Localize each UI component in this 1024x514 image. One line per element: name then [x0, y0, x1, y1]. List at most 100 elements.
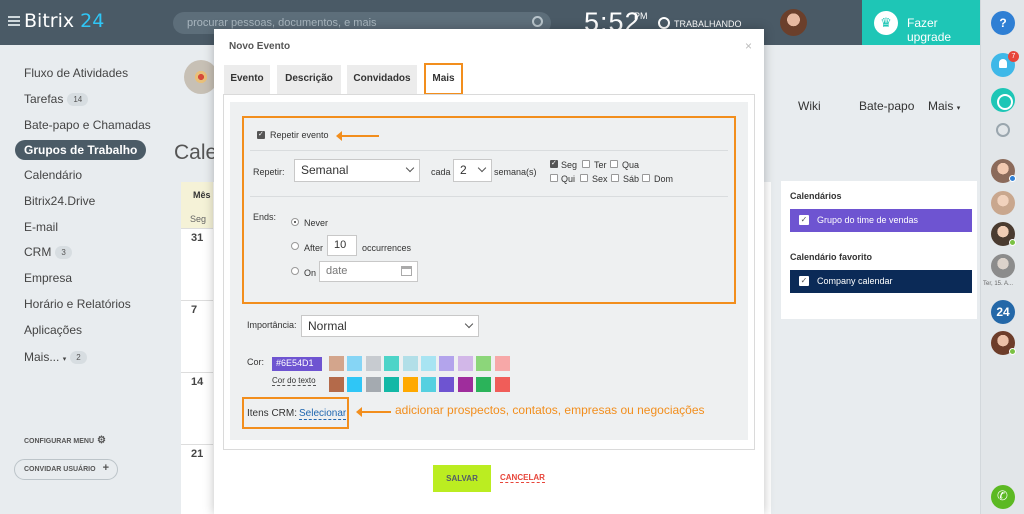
- sidebar-item-crm[interactable]: CRM 3: [24, 245, 72, 259]
- crm-select-link[interactable]: Selecionar: [299, 408, 347, 420]
- sidebar-item-applications[interactable]: Aplicações: [24, 323, 82, 337]
- chat-icon[interactable]: [991, 88, 1015, 112]
- tab-description[interactable]: Descrição: [277, 65, 341, 95]
- color-swatch[interactable]: [365, 356, 381, 371]
- repeat-event-checkbox[interactable]: [257, 130, 265, 139]
- contact-avatar[interactable]: [991, 159, 1016, 183]
- count-badge: 3: [55, 246, 72, 259]
- color-swatch[interactable]: [494, 356, 510, 371]
- calendar-day[interactable]: 7: [181, 300, 213, 370]
- color-swatch[interactable]: [384, 377, 400, 392]
- sidebar-item-label: Tarefas: [24, 92, 64, 106]
- color-swatch[interactable]: [457, 356, 473, 371]
- tab-event[interactable]: Evento: [224, 65, 270, 95]
- color-swatch[interactable]: [457, 377, 473, 392]
- weekday-checkbox-sab[interactable]: [611, 174, 619, 182]
- calendar-day[interactable]: 14: [181, 372, 213, 442]
- contact-avatar[interactable]: [991, 191, 1015, 215]
- weekday-checkbox-qua[interactable]: [610, 160, 618, 168]
- color-swatch[interactable]: [347, 356, 363, 371]
- help-icon[interactable]: ?: [991, 11, 1015, 35]
- sidebar-item-time-reports[interactable]: Horário e Relatórios: [24, 297, 131, 311]
- sidebar-item-more[interactable]: Mais... ▾ 2: [24, 350, 87, 364]
- sidebar-item-email[interactable]: E-mail: [24, 220, 58, 234]
- invite-user-button[interactable]: CONVIDAR USUÁRIO +: [14, 459, 118, 480]
- contact-avatar[interactable]: [991, 254, 1015, 278]
- logo[interactable]: Bitrix 24: [24, 10, 104, 32]
- interval-select[interactable]: 2: [453, 159, 492, 182]
- upgrade-label: Fazer upgrade: [907, 16, 952, 44]
- ends-never-radio[interactable]: [291, 218, 299, 226]
- search-icon[interactable]: [996, 123, 1010, 137]
- weekday-checkbox-qui[interactable]: [550, 174, 558, 182]
- subnav-more[interactable]: Mais ▾: [928, 99, 960, 113]
- bitrix24-icon[interactable]: 24: [991, 300, 1015, 324]
- color-swatch[interactable]: [494, 377, 510, 392]
- color-swatch[interactable]: [347, 377, 363, 392]
- subnav-wiki[interactable]: Wiki: [798, 99, 821, 113]
- color-value[interactable]: #6E54D1: [272, 357, 322, 371]
- tab-invitees[interactable]: Convidados: [347, 65, 417, 95]
- favorite-calendar-item[interactable]: ✓ Company calendar: [790, 270, 972, 293]
- importance-value: Normal: [308, 319, 347, 333]
- subnav-chat[interactable]: Bate-papo: [859, 99, 914, 113]
- end-date-input[interactable]: date: [319, 261, 418, 282]
- configure-menu-button[interactable]: CONFIGURAR MENU ⚙: [24, 435, 106, 446]
- weekday-label: Sáb: [623, 174, 640, 184]
- weekday-checkbox-ter[interactable]: [582, 160, 590, 168]
- contact-avatar[interactable]: [991, 331, 1016, 355]
- menu-icon[interactable]: [8, 16, 20, 26]
- group-avatar[interactable]: [184, 60, 218, 94]
- right-rail: ? 7 Ter, 15. A... 24: [980, 0, 1024, 514]
- sidebar-item-tasks[interactable]: Tarefas 14: [24, 92, 89, 106]
- occurrences-input[interactable]: 10: [327, 235, 357, 256]
- contact-avatar[interactable]: [991, 222, 1016, 246]
- sidebar-item-chat[interactable]: Bate-papo e Chamadas: [24, 118, 151, 132]
- close-icon[interactable]: ×: [745, 39, 752, 53]
- calendar-item-label: Grupo do time de vendas: [817, 215, 919, 225]
- ends-after-radio[interactable]: [291, 242, 299, 250]
- color-swatch[interactable]: [476, 356, 492, 371]
- calendar-item[interactable]: ✓ Grupo do time de vendas: [790, 209, 972, 232]
- divider: [250, 196, 728, 197]
- color-swatch[interactable]: [384, 356, 400, 371]
- color-swatch[interactable]: [439, 377, 455, 392]
- color-swatch[interactable]: [439, 356, 455, 371]
- weekday-checkbox-sex[interactable]: [580, 174, 588, 182]
- tab-month[interactable]: Mês: [181, 182, 213, 212]
- cancel-button[interactable]: CANCELAR: [500, 473, 545, 483]
- ends-on-radio[interactable]: [291, 267, 299, 275]
- weekday-checkbox-seg[interactable]: [550, 159, 558, 168]
- importance-select[interactable]: Normal: [301, 315, 479, 337]
- save-button[interactable]: SALVAR: [433, 465, 491, 492]
- sidebar-item-calendar[interactable]: Calendário: [24, 168, 82, 182]
- sidebar-item-label: Aplicações: [24, 323, 83, 337]
- weekday-checkbox-dom[interactable]: [642, 174, 650, 182]
- text-color-link[interactable]: Cor do texto: [272, 376, 316, 386]
- color-swatch[interactable]: [402, 377, 418, 392]
- color-swatch[interactable]: [476, 377, 492, 392]
- color-swatch[interactable]: [402, 356, 418, 371]
- sidebar-item-activity[interactable]: Fluxo de Atividades: [24, 66, 128, 80]
- color-swatch[interactable]: [421, 377, 436, 392]
- color-swatch[interactable]: [329, 356, 344, 371]
- color-swatch[interactable]: [421, 356, 436, 371]
- upgrade-button[interactable]: ♛ Fazer upgrade: [862, 0, 980, 45]
- ends-on-label: On: [304, 268, 317, 278]
- ends-never-label: Never: [304, 218, 329, 228]
- phone-icon[interactable]: [991, 485, 1015, 509]
- repeat-event-label: Repetir evento: [270, 130, 329, 140]
- bell-icon[interactable]: 7: [991, 51, 1019, 77]
- frequency-select[interactable]: Semanal: [294, 159, 420, 182]
- sidebar-item-drive[interactable]: Bitrix24.Drive: [24, 194, 95, 208]
- tab-more[interactable]: Mais: [424, 63, 463, 95]
- color-swatch[interactable]: [329, 377, 344, 392]
- calendar-day[interactable]: 21: [181, 444, 213, 514]
- work-status[interactable]: TRABALHANDO: [658, 17, 742, 29]
- sidebar-item-company[interactable]: Empresa: [24, 271, 72, 285]
- calendar-day[interactable]: 31: [181, 228, 213, 298]
- color-swatch[interactable]: [365, 377, 381, 392]
- sidebar-item-workgroups[interactable]: Grupos de Trabalho: [15, 140, 147, 160]
- avatar[interactable]: [780, 9, 807, 36]
- search-placeholder: procurar pessoas, documentos, e mais: [187, 17, 377, 29]
